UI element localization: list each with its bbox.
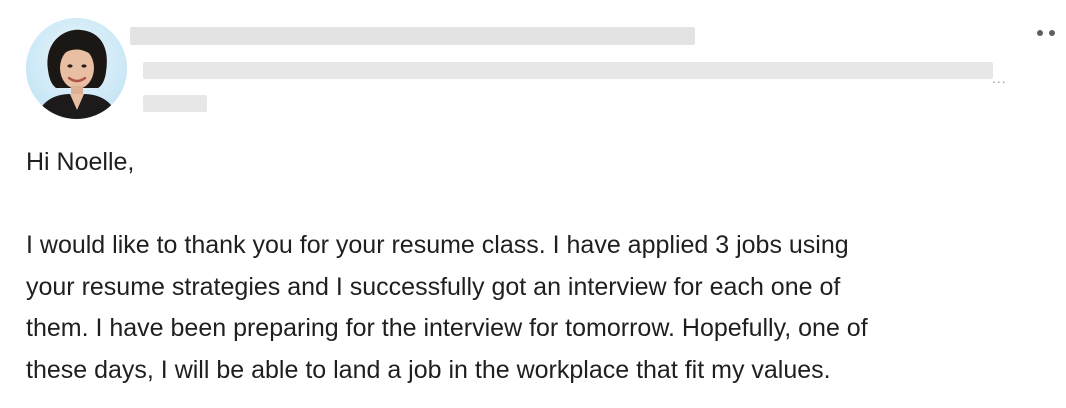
message-line: I would like to thank you for your resum…	[26, 231, 849, 259]
author-avatar[interactable]	[26, 18, 127, 119]
message-line: them. I have been preparing for the inte…	[26, 314, 868, 342]
message-greeting: Hi Noelle,	[26, 148, 135, 176]
person-photo-avatar-icon	[26, 18, 127, 119]
message-line: your resume strategies and I successfull…	[26, 272, 841, 301]
message-post: ... Hi Noelle, I would like to thank you…	[0, 0, 1066, 408]
more-horizontal-icon	[1037, 30, 1043, 36]
message-line: these days, I will be able to land a job…	[26, 355, 831, 384]
headline-truncation: ...	[992, 70, 1007, 86]
author-name-redacted	[130, 27, 695, 45]
more-options-button[interactable]	[1033, 24, 1063, 42]
post-meta-redacted	[143, 95, 207, 112]
author-headline-redacted	[143, 62, 993, 79]
message-body: Hi Noelle, I would like to thank you for…	[26, 142, 1056, 391]
more-dot	[1049, 30, 1055, 36]
